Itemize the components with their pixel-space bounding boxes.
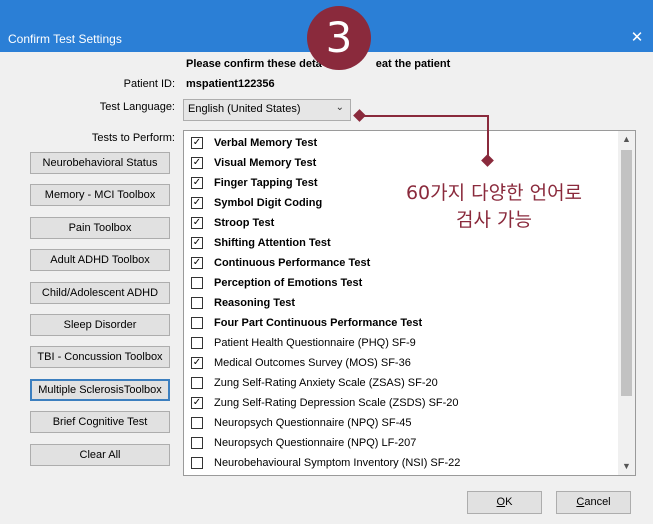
chevron-down-icon: ⌄ bbox=[335, 102, 344, 113]
test-label: Neurobehavioural Symptom Inventory (NSI)… bbox=[214, 457, 461, 469]
test-list-item[interactable]: ✓ Continuous Performance Test bbox=[191, 253, 611, 273]
toolbox-button[interactable]: Brief Cognitive Test bbox=[30, 411, 170, 434]
test-list-item[interactable]: Neurobehavioural Symptom Inventory (NSI)… bbox=[191, 453, 611, 473]
test-checkbox[interactable]: ✓ bbox=[191, 397, 203, 409]
ok-mnemonic: O bbox=[496, 496, 506, 508]
test-checkbox[interactable] bbox=[191, 417, 203, 429]
test-label: Shifting Attention Test bbox=[214, 237, 331, 249]
test-checkbox[interactable] bbox=[191, 377, 203, 389]
test-label: Neuropsych Questionnaire (NPQ) SF-45 bbox=[214, 417, 412, 429]
scroll-thumb[interactable] bbox=[621, 150, 632, 396]
test-checkbox[interactable]: ✓ bbox=[191, 197, 203, 209]
tests-to-perform-label: Tests to Perform: bbox=[91, 132, 175, 144]
toolbox-button[interactable]: Sleep Disorder bbox=[30, 314, 170, 336]
toolbox-button[interactable]: Adult ADHD Toolbox bbox=[30, 249, 170, 272]
test-checkbox[interactable] bbox=[191, 317, 203, 329]
test-checkbox[interactable]: ✓ bbox=[191, 237, 203, 249]
test-list-item[interactable]: Perception of Emotions Test bbox=[191, 273, 611, 293]
test-list-item[interactable]: ✓ Visual Memory Test bbox=[191, 153, 611, 173]
toolbox-button[interactable]: Child/Adolescent ADHD bbox=[30, 281, 170, 304]
toolbox-button[interactable]: Multiple SclerosisToolbox bbox=[30, 378, 170, 401]
patient-id-label: Patient ID: bbox=[123, 78, 175, 90]
test-language-label: Test Language: bbox=[99, 101, 175, 113]
test-list-item[interactable]: Patient Health Questionnaire (PHQ) SF-9 bbox=[191, 333, 611, 353]
test-label: Zung Self-Rating Depression Scale (ZSDS)… bbox=[214, 397, 459, 409]
test-language-select[interactable]: English (United States) ⌄ bbox=[183, 99, 351, 121]
test-checkbox[interactable]: ✓ bbox=[191, 157, 203, 169]
scrollbar[interactable]: ▲ ▼ bbox=[618, 131, 635, 475]
toolbox-button[interactable]: Memory - MCI Toolbox bbox=[30, 184, 170, 207]
connector-diamond-start bbox=[353, 109, 366, 122]
test-checkbox[interactable]: ✓ bbox=[191, 357, 203, 369]
cancel-rest: ancel bbox=[584, 496, 611, 508]
language-annotation: 60가지 다양한 언어로 검사 가능 bbox=[374, 180, 614, 234]
test-list-item[interactable]: Reasoning Test bbox=[191, 293, 611, 313]
test-label: Zung Self-Rating Anxiety Scale (ZSAS) SF… bbox=[214, 377, 438, 389]
test-list-item[interactable]: Four Part Continuous Performance Test bbox=[191, 313, 611, 333]
scroll-up-icon[interactable]: ▲ bbox=[618, 131, 635, 148]
test-checkbox[interactable]: ✓ bbox=[191, 217, 203, 229]
test-checkbox[interactable] bbox=[191, 337, 203, 349]
window-title: Confirm Test Settings bbox=[8, 32, 122, 46]
confirm-message-tail: eat the patient bbox=[375, 58, 451, 70]
test-label: Finger Tapping Test bbox=[214, 177, 318, 189]
test-label: Visual Memory Test bbox=[214, 157, 317, 169]
test-checkbox[interactable] bbox=[191, 277, 203, 289]
test-list-item[interactable]: ✓ Zung Self-Rating Depression Scale (ZSDS… bbox=[191, 393, 611, 413]
ok-button[interactable]: OK bbox=[467, 491, 542, 514]
scroll-down-icon[interactable]: ▼ bbox=[618, 458, 635, 475]
test-list-item[interactable]: ✓ Verbal Memory Test bbox=[191, 133, 611, 153]
close-icon[interactable]: ✕ bbox=[629, 30, 645, 46]
test-checkbox[interactable] bbox=[191, 457, 203, 469]
test-label: Patient Health Questionnaire (PHQ) SF-9 bbox=[214, 337, 416, 349]
test-label: Verbal Memory Test bbox=[214, 137, 318, 149]
toolbox-button[interactable]: Clear All bbox=[30, 443, 170, 466]
test-label: Symbol Digit Coding bbox=[214, 197, 323, 209]
toolbox-button[interactable]: TBI - Concussion Toolbox bbox=[30, 346, 170, 369]
ok-rest: K bbox=[505, 496, 513, 508]
test-list-item[interactable]: Neuropsych Questionnaire (NPQ) LF-207 bbox=[191, 433, 611, 453]
test-label: Perception of Emotions Test bbox=[214, 277, 363, 289]
test-list-item[interactable]: ✓ Shifting Attention Test bbox=[191, 233, 611, 253]
test-label: Stroop Test bbox=[214, 217, 275, 229]
toolbox-button[interactable]: Neurobehavioral Status bbox=[30, 152, 170, 174]
test-language-value: English (United States) bbox=[188, 103, 301, 115]
test-checkbox[interactable] bbox=[191, 437, 203, 449]
test-label: Medical Outcomes Survey (MOS) SF-36 bbox=[214, 357, 411, 369]
cancel-button[interactable]: Cancel bbox=[556, 491, 631, 514]
step-badge: 3 bbox=[307, 6, 371, 70]
test-checkbox[interactable] bbox=[191, 297, 203, 309]
connector-line-horizontal bbox=[360, 115, 488, 117]
test-list-item[interactable]: ✓ Medical Outcomes Survey (MOS) SF-36 bbox=[191, 353, 611, 373]
test-label: Four Part Continuous Performance Test bbox=[214, 317, 423, 329]
test-list-item[interactable]: Zung Self-Rating Anxiety Scale (ZSAS) SF… bbox=[191, 373, 611, 393]
test-list-item[interactable]: Neuropsych Questionnaire (NPQ) SF-45 bbox=[191, 413, 611, 433]
test-label: Neuropsych Questionnaire (NPQ) LF-207 bbox=[214, 437, 417, 449]
annotation-line-2: 검사 가능 bbox=[456, 209, 532, 231]
test-label: Continuous Performance Test bbox=[214, 257, 371, 269]
confirm-message-head: Please confirm these deta bbox=[186, 58, 322, 70]
toolbox-button[interactable]: Pain Toolbox bbox=[30, 216, 170, 239]
test-label: Reasoning Test bbox=[214, 297, 296, 309]
annotation-line-1: 60가지 다양한 언어로 bbox=[405, 182, 583, 204]
patient-id-value: mspatient122356 bbox=[186, 78, 275, 90]
test-checkbox[interactable]: ✓ bbox=[191, 137, 203, 149]
test-checkbox[interactable]: ✓ bbox=[191, 257, 203, 269]
test-checkbox[interactable]: ✓ bbox=[191, 177, 203, 189]
